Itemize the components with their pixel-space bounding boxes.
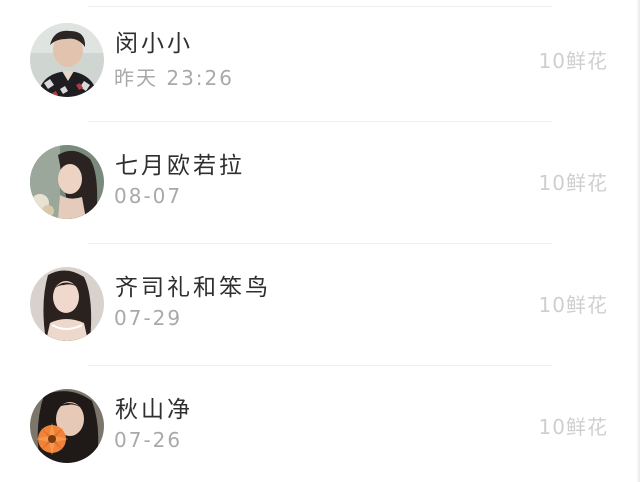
list-item[interactable]: 秋山净 07-26 10鲜花 [0, 366, 640, 482]
avatar[interactable] [30, 145, 104, 219]
flower-count: 10鲜花 [538, 171, 608, 195]
user-name: 齐司礼和笨鸟 [115, 275, 271, 301]
list-item[interactable]: 闵小小 昨天 23:26 10鲜花 [0, 0, 640, 122]
flower-count: 10鲜花 [538, 415, 608, 439]
user-name: 秋山净 [115, 397, 193, 423]
avatar[interactable] [30, 23, 104, 97]
avatar[interactable] [30, 389, 104, 463]
edge-shadow [636, 0, 640, 482]
user-name: 七月欧若拉 [115, 153, 245, 179]
flower-count: 10鲜花 [538, 49, 608, 73]
list-item[interactable]: 七月欧若拉 08-07 10鲜花 [0, 122, 640, 244]
timestamp: 昨天 23:26 [114, 66, 234, 90]
timestamp: 07-29 [114, 306, 183, 330]
timestamp: 08-07 [114, 184, 183, 208]
flower-count: 10鲜花 [538, 293, 608, 317]
gift-record-list: 闵小小 昨天 23:26 10鲜花 七月欧若拉 08-07 10鲜花 齐司礼和笨… [0, 0, 640, 482]
list-item[interactable]: 齐司礼和笨鸟 07-29 10鲜花 [0, 244, 640, 366]
timestamp: 07-26 [114, 428, 183, 452]
avatar[interactable] [30, 267, 104, 341]
user-name: 闵小小 [115, 31, 193, 57]
